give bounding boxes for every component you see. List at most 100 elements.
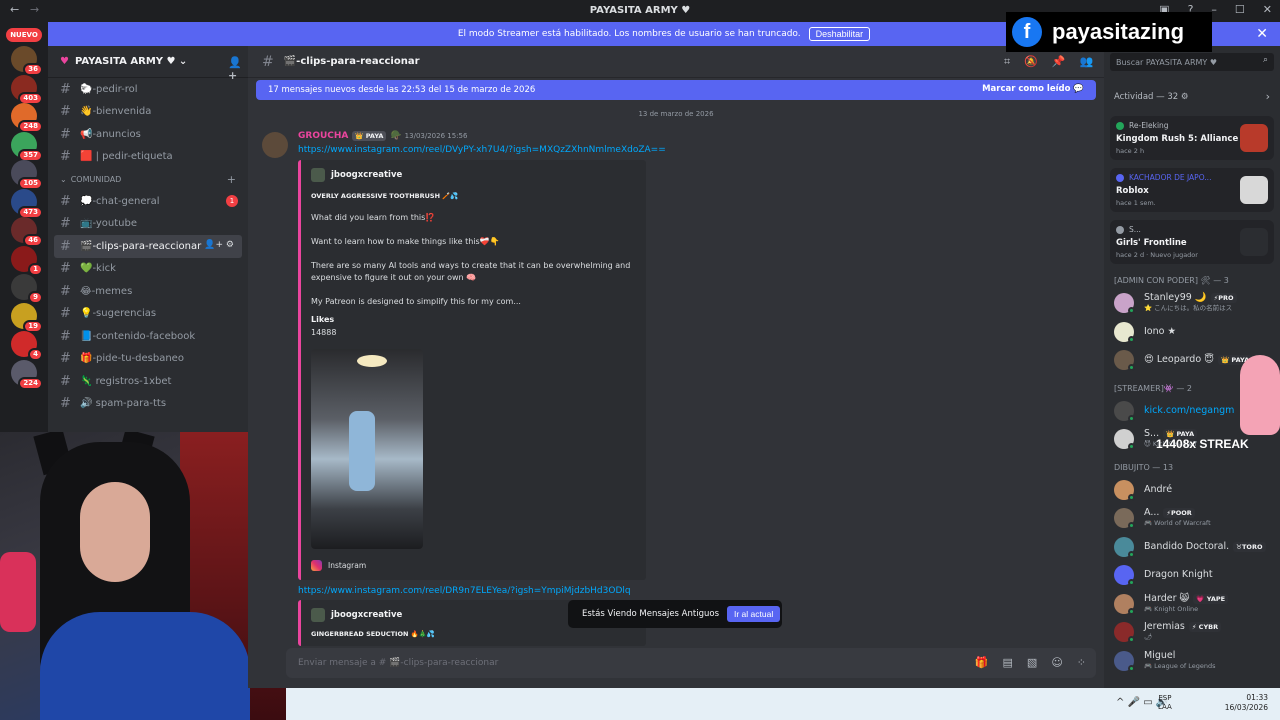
member-item[interactable]: Iono ★ xyxy=(1114,321,1274,343)
channel-item[interactable]: # 💡-sugerencias xyxy=(48,303,248,326)
member-tag: ⚡POOR xyxy=(1163,508,1195,518)
server-icon[interactable]: 1 xyxy=(11,245,43,276)
sticker-icon[interactable]: ▧ xyxy=(1027,656,1037,669)
mute-icon[interactable]: 🔕 xyxy=(1024,55,1038,69)
server-mention-badge: 1 xyxy=(28,262,43,276)
server-icon[interactable]: 36 xyxy=(11,46,43,76)
pin-icon[interactable]: 📌 xyxy=(1052,55,1066,69)
embed-thumbnail[interactable] xyxy=(311,349,423,549)
channel-label: 🟥 | pedir-etiqueta xyxy=(80,151,173,163)
new-messages-bar[interactable]: 17 mensajes nuevos desde las 22:53 del 1… xyxy=(256,80,1096,100)
apps-icon[interactable]: ⁘ xyxy=(1077,656,1086,669)
mark-read-button[interactable]: Marcar como leído 💬 xyxy=(982,84,1084,94)
member-avatar xyxy=(1114,321,1135,343)
member-list-icon[interactable]: 👥 xyxy=(1080,55,1094,69)
channel-item[interactable]: # 📘-contenido-facebook xyxy=(48,325,248,348)
channel-item[interactable]: # 🔊 spam-para-tts xyxy=(48,393,248,416)
streamer-face xyxy=(80,482,150,582)
embed2-author[interactable]: jboogxcreative xyxy=(311,608,402,622)
channel-label: 👋-bienvenida xyxy=(80,106,152,118)
server-icon[interactable]: 105 xyxy=(11,160,43,190)
chevron-right-icon[interactable]: › xyxy=(1266,90,1270,103)
server-icon[interactable]: 19 xyxy=(11,302,43,333)
instagram-link-2[interactable]: https://www.instagram.com/reel/DR9n7ELEY… xyxy=(298,586,631,596)
emoji-icon[interactable]: ☺ xyxy=(1051,656,1062,669)
member-item[interactable]: A... ⚡POOR 🎮 World of Warcraft xyxy=(1114,507,1274,529)
gif-icon[interactable]: ▤ xyxy=(1003,656,1013,669)
activity-time: hace 2 d · Nuevo jugador xyxy=(1116,251,1198,259)
embed-title: OVERLY AGGRESSIVE TOOTHBRUSH 🪥💦 xyxy=(311,192,459,200)
channel-label: 📢-anuncios xyxy=(80,128,141,140)
server-icon[interactable]: 473 xyxy=(11,188,43,219)
activity-card[interactable]: S... Girls' Frontline hace 2 d · Nuevo jug… xyxy=(1110,220,1274,264)
embed-author[interactable]: jboogxcreative xyxy=(311,168,402,182)
new-badge[interactable]: NUEVO xyxy=(6,28,42,42)
channel-item[interactable]: # 😂-memes xyxy=(48,280,248,303)
channel-settings-icon[interactable]: 👤+ ⚙ xyxy=(204,240,234,250)
member-info: Stanley99 🌙 ⚡PRO ⭐ こんにちは。私の名前はス xyxy=(1144,293,1237,313)
member-item[interactable]: Harder 😸 💗 YAPE 🎮 Knight Online xyxy=(1114,593,1274,615)
member-item[interactable]: Dragon Knight xyxy=(1114,564,1274,586)
maximize-icon[interactable]: ☐ xyxy=(1235,3,1245,16)
channel-item[interactable]: # 🎬-clips-para-reaccionar 👤+ ⚙ xyxy=(54,235,242,258)
role-header: DIBUJITO — 13 xyxy=(1114,462,1174,472)
member-item[interactable]: Miguel 🎮 League of Legends xyxy=(1114,650,1274,672)
user-avatar-dot xyxy=(1116,173,1124,182)
member-name: Stanley99 🌙 ⚡PRO xyxy=(1144,293,1237,303)
author-name[interactable]: GROUCHA xyxy=(298,131,348,141)
channel-item[interactable]: # 📢-anuncios xyxy=(48,123,248,146)
add-channel-icon[interactable]: + xyxy=(227,173,236,186)
channel-item[interactable]: # 🦎 registros-1xbet xyxy=(48,370,248,393)
clock[interactable]: 01:33 16/03/2026 xyxy=(1225,693,1268,713)
activity-card[interactable]: Re-Eleking Kingdom Rush 5: Alliance TD hac… xyxy=(1110,116,1274,160)
server-slot: 4 xyxy=(0,331,48,361)
activity-game: Girls' Frontline xyxy=(1116,238,1187,248)
instagram-link-1[interactable]: https://www.instagram.com/reel/DVyPY-xh7… xyxy=(298,145,666,155)
category-comunidad[interactable]: ⌄ COMUNIDAD + xyxy=(48,168,248,190)
member-status: 🎮 Knight Online xyxy=(1144,604,1199,613)
server-icon[interactable]: 224 xyxy=(11,359,43,390)
game-icon xyxy=(1240,124,1268,152)
gift-icon[interactable]: 🎁 xyxy=(975,656,989,669)
member-item[interactable]: André xyxy=(1114,479,1274,501)
server-icon[interactable]: 4 xyxy=(11,331,43,361)
minimize-icon[interactable]: – xyxy=(1211,3,1217,16)
threads-icon[interactable]: ⌗ xyxy=(1004,55,1010,69)
channel-sidebar: ♥ PAYASITA ARMY ♥ ⌄ 👤+ # 🐑-pedir-rol # 👋-bi… xyxy=(48,46,248,432)
channel-label: 💚-kick xyxy=(80,263,116,275)
banner-close-icon[interactable]: ✕ xyxy=(1256,26,1268,42)
channel-item[interactable]: # 💚-kick xyxy=(48,258,248,281)
channel-item[interactable]: # 🎁-pide-tu-desbaneo xyxy=(48,348,248,371)
author-avatar[interactable] xyxy=(262,132,288,158)
activity-card[interactable]: KACHADOR DE JAPO... Roblox hace 1 sem. xyxy=(1110,168,1274,212)
guild-header[interactable]: ♥ PAYASITA ARMY ♥ ⌄ 👤+ xyxy=(48,46,248,82)
server-icon[interactable]: 248 xyxy=(11,103,43,133)
server-icon[interactable]: 357 xyxy=(11,131,43,162)
server-slot: 46 xyxy=(0,217,48,247)
guild-search-input[interactable]: Buscar PAYASITA ARMY ♥ ⌕ xyxy=(1110,53,1274,71)
server-list: NUEVO 36 403 248 357 105 473 46 1 9 19 4 224 xyxy=(0,22,48,432)
message-header: GROUCHA 👑 PAYA 🪖 13/03/2026 15:56 xyxy=(298,131,467,141)
channel-item[interactable]: # 🐑-pedir-rol xyxy=(48,78,248,101)
online-status-icon xyxy=(1128,443,1135,450)
channel-item[interactable]: # 📺-youtube xyxy=(48,213,248,236)
server-icon[interactable]: 46 xyxy=(11,217,43,247)
disable-streamer-button[interactable]: Deshabilitar xyxy=(808,27,871,41)
member-item[interactable]: Bandido Doctoral. ♉TORO xyxy=(1114,536,1274,558)
member-name-text: Iono ★ xyxy=(1144,325,1176,337)
server-icon[interactable]: 9 xyxy=(11,274,43,304)
message-timestamp: 13/03/2026 15:56 xyxy=(404,132,468,140)
jump-to-present-button[interactable]: Ir al actual xyxy=(727,606,781,622)
member-item[interactable]: Jeremias ⚡ CYBR 🌶 xyxy=(1114,621,1274,643)
channel-item[interactable]: # 💭-chat-general 1 xyxy=(48,190,248,213)
language-indicator[interactable]: ESP LAA xyxy=(1158,694,1172,712)
online-status-icon xyxy=(1128,307,1135,314)
server-icon[interactable]: 403 xyxy=(11,74,43,105)
webcam-overlay xyxy=(0,432,286,720)
message-input[interactable]: Enviar mensaje a # 🎬-clips-para-reaccion… xyxy=(286,648,1096,678)
close-window-icon[interactable]: ✕ xyxy=(1263,3,1272,16)
channel-item[interactable]: # 👋-bienvenida xyxy=(48,101,248,124)
channel-item[interactable]: # 🟥 | pedir-etiqueta xyxy=(48,146,248,169)
member-item[interactable]: Stanley99 🌙 ⚡PRO ⭐ こんにちは。私の名前はス xyxy=(1114,292,1274,314)
old-messages-toast: Estás Viendo Mensajes Antiguos Ir al act… xyxy=(568,600,782,628)
